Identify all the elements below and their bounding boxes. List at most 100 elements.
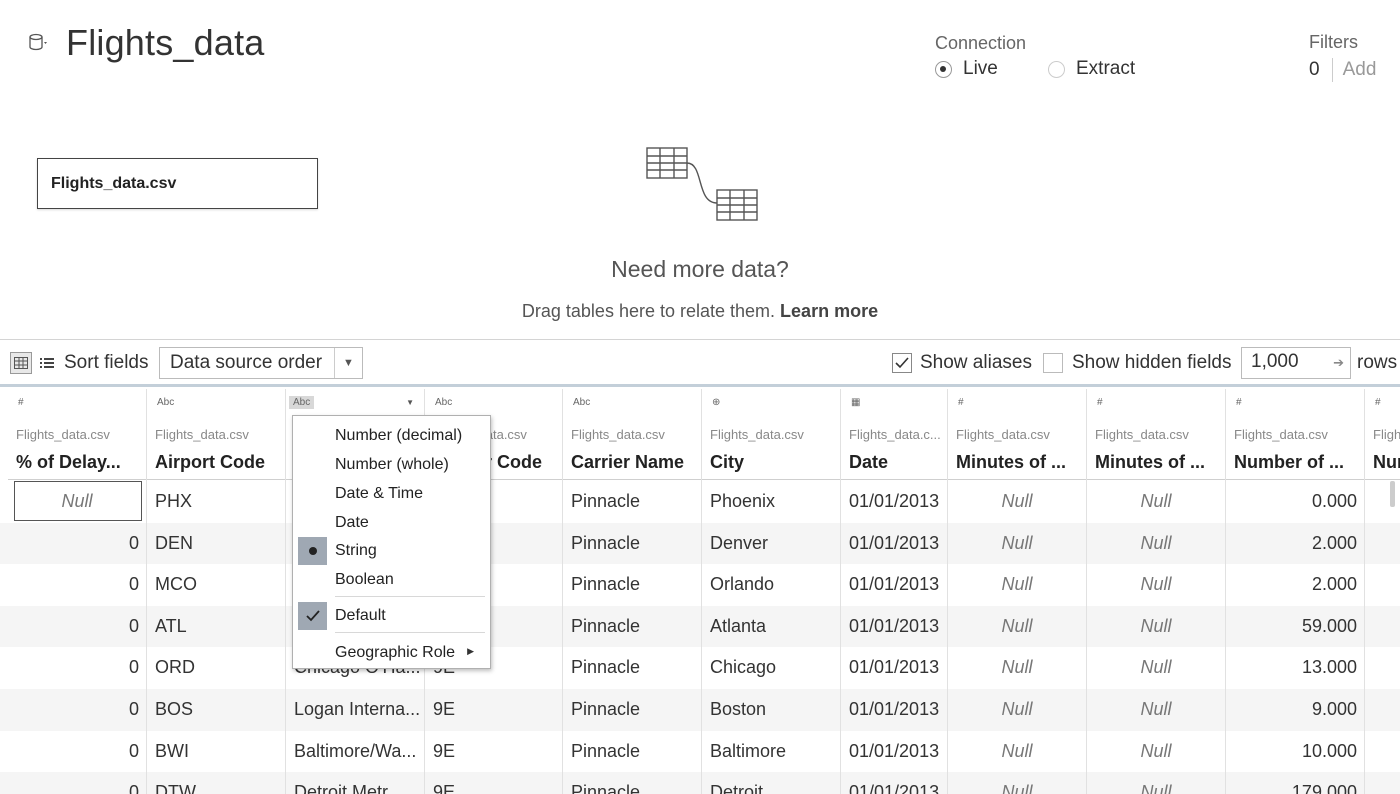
- table-cell[interactable]: 01/01/2013: [841, 606, 947, 648]
- table-cell[interactable]: Pinnacle: [563, 647, 701, 689]
- table-cell[interactable]: [1365, 647, 1400, 689]
- table-cell[interactable]: [1365, 606, 1400, 648]
- table-cell[interactable]: Null: [948, 731, 1086, 773]
- menu-item-number-decimal[interactable]: Number (decimal): [293, 421, 490, 450]
- column-header[interactable]: ▦ Flights_data.c... Date: [841, 389, 947, 480]
- table-cell[interactable]: [1365, 689, 1400, 731]
- table-cell[interactable]: Boston: [702, 689, 840, 731]
- table-cell[interactable]: Null: [948, 523, 1086, 565]
- table-cell[interactable]: 01/01/2013: [841, 481, 947, 523]
- table-cell[interactable]: Pinnacle: [563, 772, 701, 794]
- table-cell[interactable]: Pinnacle: [563, 523, 701, 565]
- string-type-icon[interactable]: Abc: [155, 396, 176, 409]
- table-cell[interactable]: DEN: [147, 523, 285, 565]
- column-name[interactable]: Airport Code: [155, 452, 283, 473]
- table-cell[interactable]: Pinnacle: [563, 731, 701, 773]
- table-cell[interactable]: [1365, 564, 1400, 606]
- column-header[interactable]: Abc Flights_data.csv Carrier Name: [563, 389, 701, 480]
- table-cell[interactable]: 0: [8, 523, 146, 565]
- vertical-scrollbar[interactable]: [1390, 481, 1395, 507]
- column-header[interactable]: # Flights_data.csv % of Delay...: [8, 389, 146, 480]
- column-name[interactable]: Minutes of ...: [1095, 452, 1223, 473]
- table-cell[interactable]: 0.000: [1226, 481, 1364, 523]
- column-header[interactable]: # Flights_data.csv Minutes of ...: [948, 389, 1086, 480]
- table-cell[interactable]: Null: [948, 772, 1086, 794]
- learn-more-link[interactable]: Learn more: [780, 301, 878, 321]
- table-cell[interactable]: 10.000: [1226, 731, 1364, 773]
- connection-extract-radio[interactable]: Extract: [1048, 58, 1135, 80]
- table-cell[interactable]: 01/01/2013: [841, 689, 947, 731]
- column-name[interactable]: Date: [849, 452, 945, 473]
- table-cell[interactable]: [1365, 523, 1400, 565]
- table-cell[interactable]: Null: [948, 564, 1086, 606]
- table-cell[interactable]: Pinnacle: [563, 481, 701, 523]
- table-cell[interactable]: Pinnacle: [563, 606, 701, 648]
- table-cell[interactable]: Null: [1087, 481, 1225, 523]
- column-header[interactable]: Abc Flights_data.csv Airport Code: [147, 389, 285, 480]
- menu-item-number-whole[interactable]: Number (whole): [293, 450, 490, 479]
- list-view-icon[interactable]: [38, 352, 56, 374]
- table-cell[interactable]: Null: [8, 481, 146, 523]
- table-cell[interactable]: Null: [1087, 689, 1225, 731]
- table-cell[interactable]: ATL: [147, 606, 285, 648]
- calendar-icon[interactable]: ▦: [849, 396, 862, 409]
- table-cell[interactable]: Baltimore/Wa...: [286, 731, 424, 773]
- sort-fields-select[interactable]: Data source order ▼: [159, 347, 363, 379]
- filters-add-button[interactable]: Add: [1343, 59, 1377, 81]
- menu-item-default[interactable]: Default: [293, 601, 490, 630]
- table-cell[interactable]: Pinnacle: [563, 564, 701, 606]
- table-cell[interactable]: Null: [1087, 606, 1225, 648]
- table-cell[interactable]: 2.000: [1226, 523, 1364, 565]
- table-cell[interactable]: 0: [8, 772, 146, 794]
- column-header[interactable]: # Flights_data.csv Minutes of ...: [1087, 389, 1225, 480]
- table-cell[interactable]: 9E: [425, 731, 562, 773]
- table-cell[interactable]: DTW: [147, 772, 285, 794]
- table-cell[interactable]: 179.000: [1226, 772, 1364, 794]
- table-cell[interactable]: 0: [8, 564, 146, 606]
- table-cell[interactable]: 9.000: [1226, 689, 1364, 731]
- table-cell[interactable]: 0: [8, 689, 146, 731]
- menu-item-date-time[interactable]: Date & Time: [293, 479, 490, 508]
- table-cell[interactable]: PHX: [147, 481, 285, 523]
- table-pill-flights[interactable]: Flights_data.csv: [37, 158, 318, 209]
- table-cell[interactable]: 01/01/2013: [841, 647, 947, 689]
- string-type-icon[interactable]: Abc: [433, 396, 454, 409]
- database-icon[interactable]: [28, 32, 50, 54]
- menu-item-date[interactable]: Date: [293, 508, 490, 537]
- number-type-icon[interactable]: #: [1095, 396, 1105, 409]
- table-cell[interactable]: ORD: [147, 647, 285, 689]
- menu-item-geographic-role[interactable]: Geographic Role ▶: [293, 638, 490, 667]
- table-cell[interactable]: 01/01/2013: [841, 772, 947, 794]
- table-cell[interactable]: Null: [1087, 564, 1225, 606]
- column-menu-arrow-icon[interactable]: ▼: [406, 398, 414, 407]
- table-cell[interactable]: Null: [948, 481, 1086, 523]
- table-cell[interactable]: 01/01/2013: [841, 731, 947, 773]
- table-cell[interactable]: Atlanta: [702, 606, 840, 648]
- table-cell[interactable]: Logan Interna...: [286, 689, 424, 731]
- column-name[interactable]: Carrier Name: [571, 452, 699, 473]
- number-type-icon[interactable]: #: [1234, 396, 1244, 409]
- rows-count-input[interactable]: 1,000 ➔: [1241, 347, 1351, 379]
- column-name[interactable]: % of Delay...: [16, 452, 144, 473]
- show-aliases-checkbox[interactable]: [892, 353, 912, 373]
- number-type-icon[interactable]: #: [1373, 396, 1383, 409]
- table-cell[interactable]: [1365, 772, 1400, 794]
- number-type-icon[interactable]: #: [16, 396, 26, 409]
- table-cell[interactable]: [1365, 731, 1400, 773]
- table-cell[interactable]: 0: [8, 647, 146, 689]
- table-cell[interactable]: 9E: [425, 689, 562, 731]
- table-cell[interactable]: Phoenix: [702, 481, 840, 523]
- table-cell[interactable]: 13.000: [1226, 647, 1364, 689]
- column-name[interactable]: City: [710, 452, 838, 473]
- table-cell[interactable]: 9E: [425, 772, 562, 794]
- table-cell[interactable]: Detroit Metr...: [286, 772, 424, 794]
- menu-item-boolean[interactable]: Boolean: [293, 565, 490, 594]
- table-cell[interactable]: Denver: [702, 523, 840, 565]
- table-cell[interactable]: 01/01/2013: [841, 523, 947, 565]
- table-cell[interactable]: Null: [1087, 731, 1225, 773]
- table-cell[interactable]: Detroit: [702, 772, 840, 794]
- table-cell[interactable]: 0: [8, 731, 146, 773]
- table-cell[interactable]: Null: [948, 647, 1086, 689]
- column-name[interactable]: Nur: [1373, 452, 1400, 473]
- table-cell[interactable]: Null: [1087, 772, 1225, 794]
